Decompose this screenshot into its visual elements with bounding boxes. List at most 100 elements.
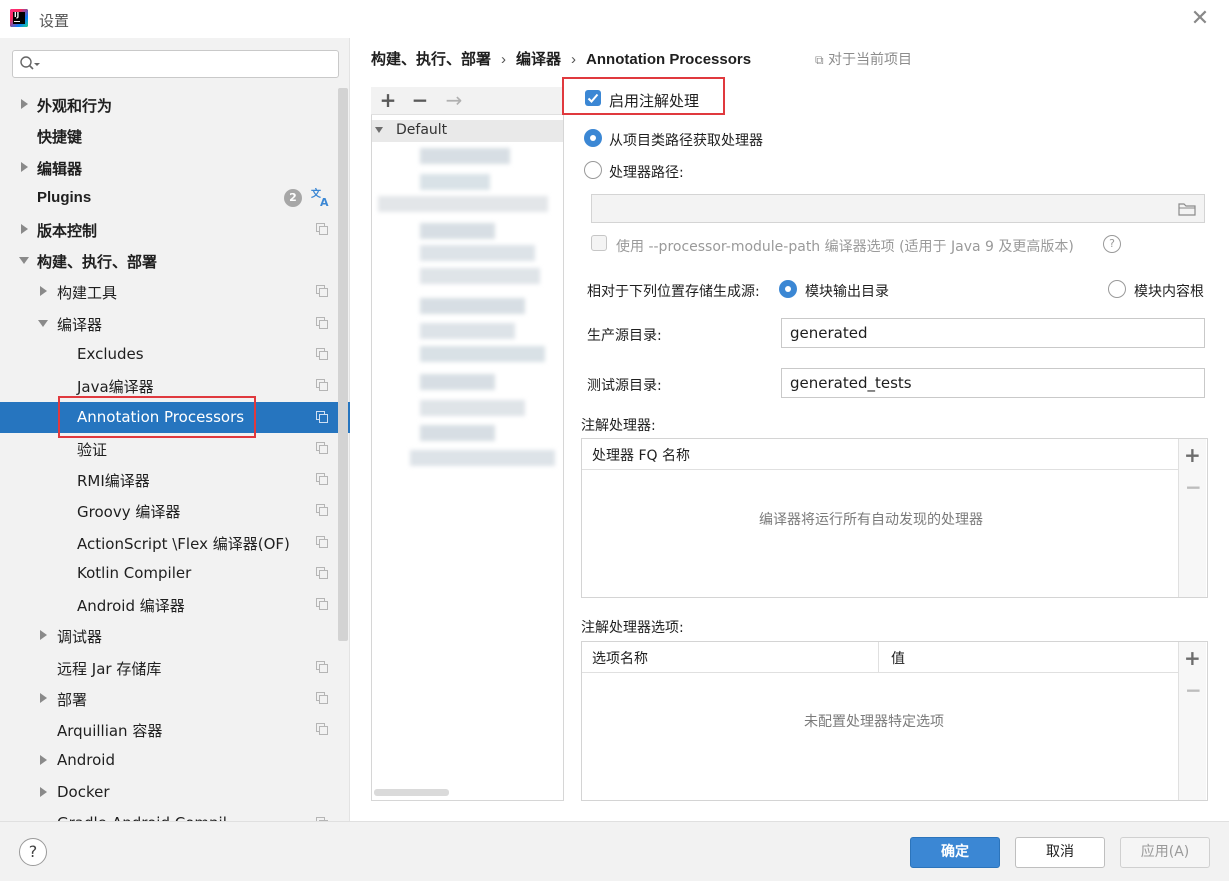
project-scope-icon [316,285,328,297]
sidebar-item-快捷键[interactable]: 快捷键 [0,120,350,151]
breadcrumb-build-execution-deployment[interactable]: 构建、执行、部署 [371,51,491,68]
project-scope-icon [316,598,328,610]
module-path-label: 使用 --processor-module-path 编译器选项 (适用于 Ja… [616,239,1074,255]
svg-text:A: A [320,196,329,207]
remove-option-button[interactable]: − [1185,678,1202,702]
sidebar-item-版本控制[interactable]: 版本控制 [0,214,350,245]
profile-list-scrollbar[interactable] [374,789,449,796]
project-scope-icon [316,567,328,579]
production-dir-input[interactable]: generated [781,318,1205,348]
chevron-right-icon[interactable] [38,692,48,704]
close-icon[interactable]: ✕ [1187,6,1213,32]
breadcrumb: 构建、执行、部署 › 编译器 › Annotation Processors [371,51,752,68]
remove-profile-button[interactable]: − [409,89,431,111]
sidebar-scrollbar[interactable] [338,88,348,641]
table-header: 处理器 FQ 名称 [582,439,1178,470]
table-header: 选项名称 值 [582,642,1178,673]
search-input[interactable] [12,50,339,78]
sidebar-item-groovy-编译器[interactable]: Groovy 编译器 [0,495,350,526]
sidebar-item-label: Plugins [37,189,92,206]
project-scope-icon [316,692,328,704]
sidebar-item-actionscript-flex-编译器-of[interactable]: ActionScript \Flex 编译器(OF) [0,527,350,558]
sidebar-item-rmi编译器[interactable]: RMI编译器 [0,464,350,495]
sidebar-item-label: Java编译器 [77,378,154,396]
remove-processor-button[interactable]: − [1185,475,1202,499]
project-scope-label: ⧉ 对于当前项目 [815,52,913,68]
processor-fq-name-column[interactable]: 处理器 FQ 名称 [592,445,690,465]
sidebar-item-label: Gradle-Android Compil... [57,814,241,821]
chevron-right-icon[interactable] [19,98,29,110]
sidebar-item-android-编译器[interactable]: Android 编译器 [0,589,350,620]
test-dir-input[interactable]: generated_tests [781,368,1205,398]
sidebar-item-label: RMI编译器 [77,472,150,490]
sidebar-item-gradle-android-compil[interactable]: Gradle-Android Compil... [0,808,350,821]
help-icon[interactable]: ? [1103,235,1121,253]
sidebar-item-编辑器[interactable]: 编辑器 [0,152,350,183]
add-profile-button[interactable]: + [377,89,399,111]
chevron-right-icon[interactable] [38,629,48,641]
chevron-down-icon[interactable] [374,125,384,135]
option-value-column[interactable]: 值 [891,648,905,668]
chevron-right-icon[interactable] [19,161,29,173]
sidebar-item-label: 验证 [77,441,108,459]
obtain-from-classpath-radio[interactable] [584,129,602,147]
chevron-down-icon[interactable] [19,254,29,266]
obtain-from-classpath-label: 从项目类路径获取处理器 [609,133,763,149]
project-scope-icon [316,223,328,235]
sidebar-item-label: Android 编译器 [77,597,185,615]
project-scope-icon [316,317,328,329]
test-dir-label: 测试源目录: [587,378,662,394]
sidebar-item-构建工具[interactable]: 构建工具 [0,276,350,307]
sidebar-item-excludes[interactable]: Excludes [0,339,350,370]
sidebar-item-label: 构建工具 [57,284,118,302]
project-scope-icon: ⧉ [815,53,824,67]
sidebar-item-label: 快捷键 [37,129,83,146]
processor-path-field[interactable] [591,194,1205,223]
module-path-checkbox[interactable] [591,235,607,251]
cancel-button[interactable]: 取消 [1015,837,1105,868]
sidebar-item-构建-执行-部署[interactable]: 构建、执行、部署 [0,245,350,276]
processor-path-radio[interactable] [584,161,602,179]
module-content-root-label: 模块内容根 [1134,284,1204,300]
chevron-right-icon[interactable] [38,285,48,297]
folder-icon[interactable] [1178,202,1196,216]
sidebar-item-label: Docker [57,783,110,801]
chevron-right-icon[interactable] [38,786,48,798]
project-scope-icon [316,379,328,391]
module-output-label: 模块输出目录 [805,284,889,300]
sidebar-item-远程-jar-存储库[interactable]: 远程 Jar 存储库 [0,652,350,683]
sidebar-item-外观和行为[interactable]: 外观和行为 [0,89,350,120]
sidebar-item-arquillian-容器[interactable]: Arquillian 容器 [0,714,350,745]
module-output-radio[interactable] [779,280,797,298]
breadcrumb-compiler[interactable]: 编译器 [516,51,561,68]
sidebar-item-docker[interactable]: Docker [0,777,350,808]
option-name-column[interactable]: 选项名称 [592,648,648,668]
chevron-down-icon[interactable] [38,317,48,329]
sidebar-item-编译器[interactable]: 编译器 [0,308,350,339]
window-title: 设置 [39,12,70,30]
options-empty-message: 未配置处理器特定选项 [804,714,944,730]
sidebar-item-kotlin-compiler[interactable]: Kotlin Compiler [0,558,350,589]
move-to-profile-button[interactable]: → [443,89,465,111]
sidebar-item-label: Arquillian 容器 [57,722,163,740]
sidebar-item-调试器[interactable]: 调试器 [0,620,350,651]
add-processor-button[interactable]: + [1184,443,1201,467]
sidebar-item-android[interactable]: Android [0,745,350,776]
project-scope-icon [316,348,328,360]
processor-path-label: 处理器路径: [609,165,684,181]
help-button[interactable]: ? [19,838,47,866]
intellij-app-icon: IJ [10,9,28,27]
add-option-button[interactable]: + [1184,646,1201,670]
chevron-right-icon[interactable] [19,223,29,235]
project-scope-icon [316,411,328,423]
project-scope-icon [316,442,328,454]
sidebar-item-部署[interactable]: 部署 [0,683,350,714]
chevron-right-icon[interactable] [38,754,48,766]
translate-icon: 文 A [311,187,329,207]
ok-button[interactable]: 确定 [910,837,1000,868]
apply-button[interactable]: 应用(A) [1120,837,1210,868]
store-generated-relative-label: 相对于下列位置存储生成源: [587,284,760,300]
module-content-root-radio[interactable] [1108,280,1126,298]
enable-annotation-processing-checkbox[interactable] [585,90,601,106]
sidebar-item-label: 调试器 [57,628,103,646]
